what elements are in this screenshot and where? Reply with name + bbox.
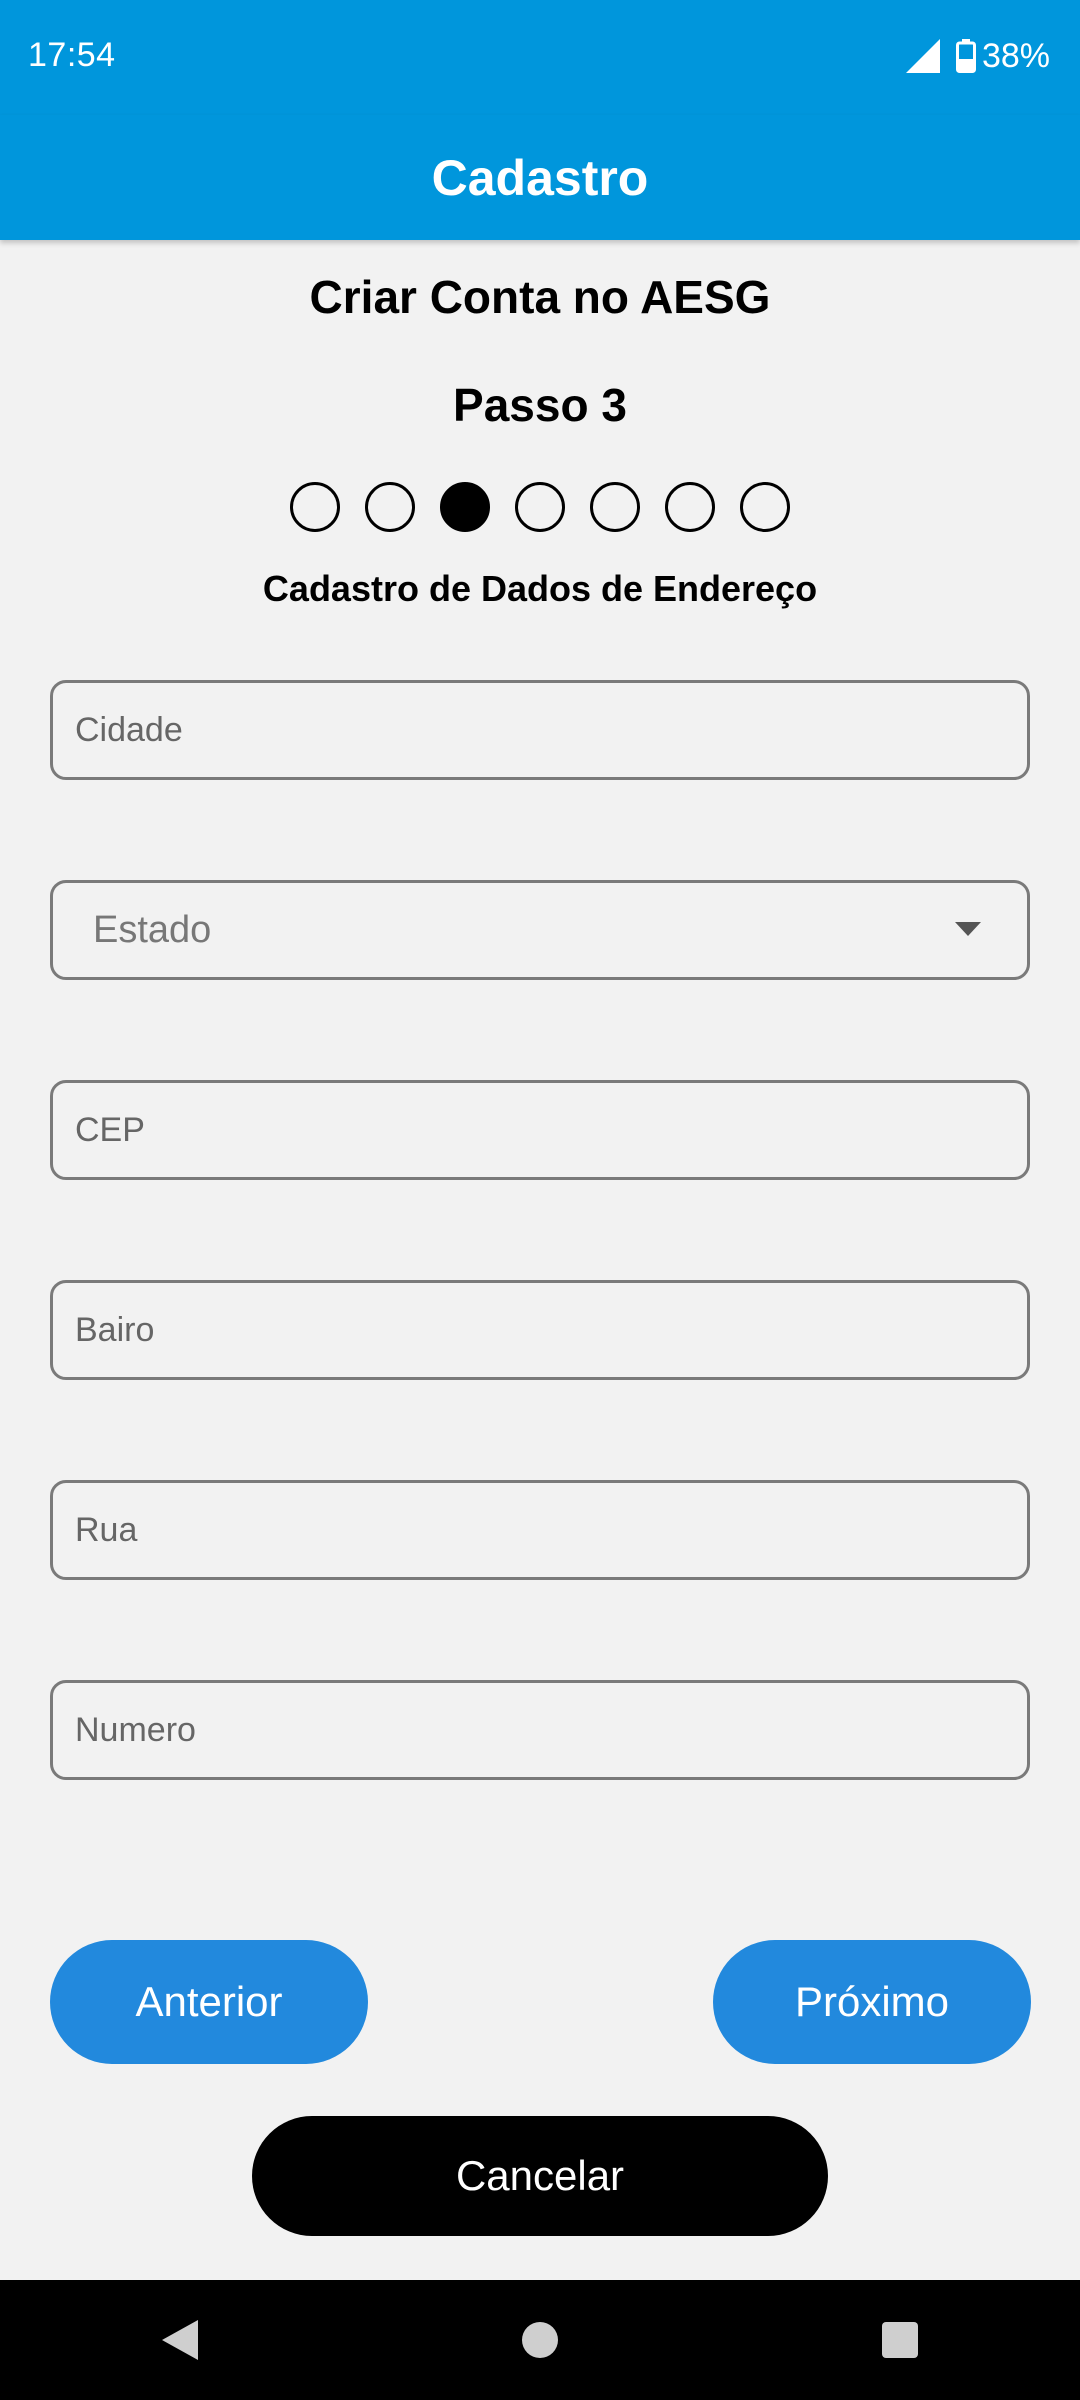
app-bar: Cadastro (0, 115, 1080, 240)
cidade-field[interactable] (50, 680, 1030, 780)
estado-select-value: Estado (93, 908, 212, 951)
nav-back-button[interactable] (135, 2295, 225, 2385)
chevron-down-icon (955, 922, 981, 936)
status-indicators: 38% (905, 36, 1050, 76)
cidade-input[interactable] (75, 710, 1005, 750)
section-title: Cadastro de Dados de Endereço (262, 568, 818, 609)
bairro-field[interactable] (50, 1280, 1030, 1380)
rua-input[interactable] (75, 1510, 1005, 1550)
estado-select[interactable]: Estado (50, 880, 1030, 980)
numero-input[interactable] (75, 1710, 1005, 1750)
battery-percent: 38% (981, 36, 1050, 75)
nav-recents-button[interactable] (855, 2295, 945, 2385)
cep-input[interactable] (75, 1110, 1005, 1150)
step-indicator (0, 482, 1080, 532)
cancel-button[interactable]: Cancelar (252, 2116, 828, 2236)
previous-button[interactable]: Anterior (50, 1940, 368, 2064)
next-button[interactable]: Próximo (713, 1940, 1031, 2064)
back-icon (162, 2320, 198, 2360)
rua-field[interactable] (50, 1480, 1030, 1580)
step-label: Passo 3 (453, 379, 627, 431)
step-dot-6 (665, 482, 715, 532)
step-dot-4 (515, 482, 565, 532)
step-dot-3-active (440, 482, 490, 532)
home-icon (522, 2322, 558, 2358)
bairro-input[interactable] (75, 1310, 1005, 1350)
app-bar-title: Cadastro (431, 149, 649, 206)
status-time: 17:54 (28, 36, 116, 74)
system-nav-bar (0, 2280, 1080, 2400)
account-title: Criar Conta no AESG (309, 271, 771, 323)
nav-home-button[interactable] (495, 2295, 585, 2385)
signal-icon (905, 39, 940, 73)
battery-icon (955, 39, 976, 73)
cep-field[interactable] (50, 1080, 1030, 1180)
step-dot-2 (365, 482, 415, 532)
step-dot-1 (290, 482, 340, 532)
step-dot-7 (740, 482, 790, 532)
status-bar: 17:54 38% (0, 0, 1080, 115)
numero-field[interactable] (50, 1680, 1030, 1780)
recents-icon (882, 2322, 918, 2358)
step-dot-5 (590, 482, 640, 532)
